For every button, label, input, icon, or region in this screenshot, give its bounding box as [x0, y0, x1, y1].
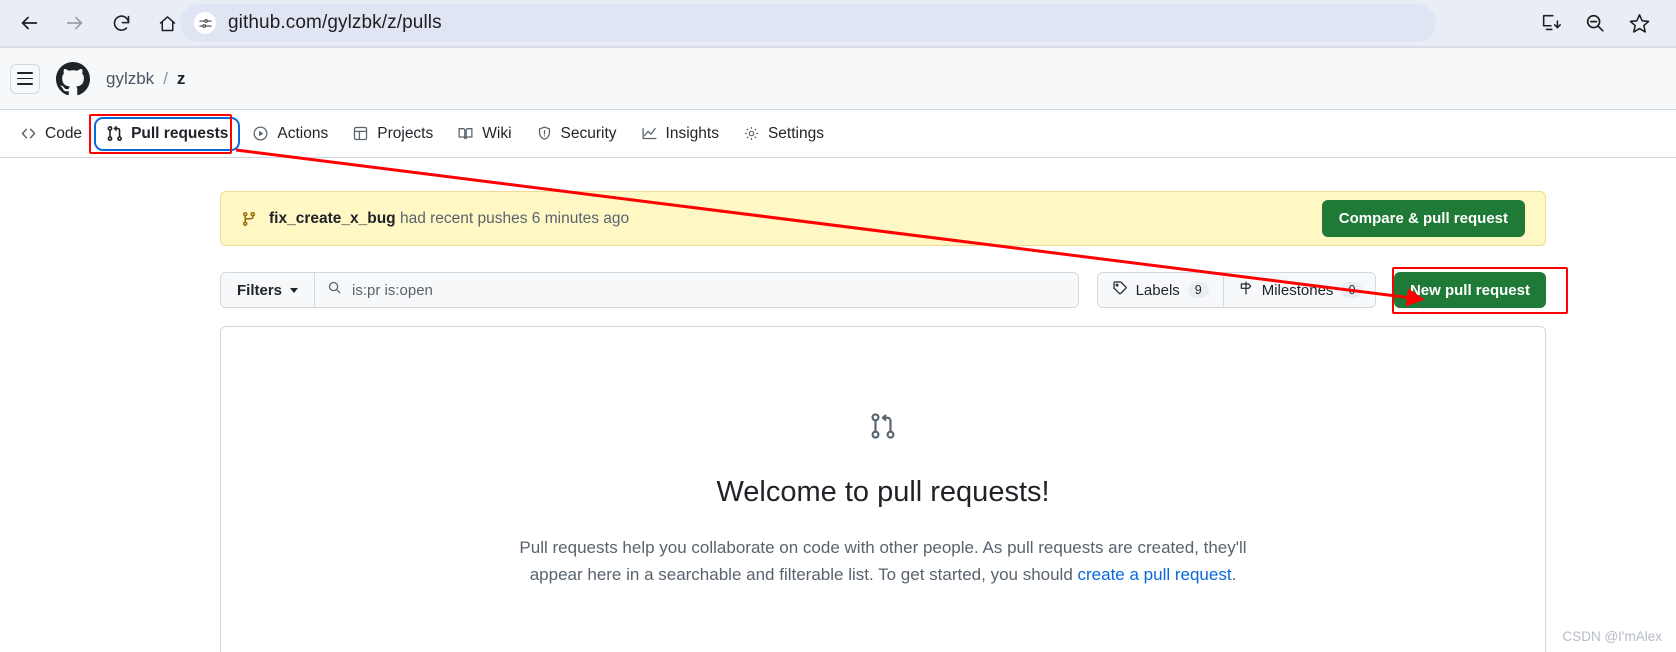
milestones-button[interactable]: Milestones 0 — [1222, 273, 1375, 307]
tab-insights[interactable]: Insights — [631, 119, 729, 149]
hamburger-icon-line — [17, 77, 33, 80]
tab-security[interactable]: Security — [526, 119, 627, 149]
breadcrumb: gylzbk / z — [106, 69, 185, 89]
tab-code[interactable]: Code — [10, 119, 92, 149]
table-icon — [352, 125, 369, 142]
address-bar[interactable]: github.com/gylzbk/z/pulls — [180, 4, 1436, 42]
empty-state-body-line1: Pull requests help you collaborate on co… — [519, 538, 1247, 557]
play-circle-icon — [252, 125, 269, 142]
labels-button[interactable]: Labels 9 — [1097, 273, 1223, 307]
zoom-out-icon[interactable] — [1582, 10, 1608, 36]
graph-icon — [641, 125, 658, 142]
breadcrumb-owner[interactable]: gylzbk — [106, 69, 154, 89]
create-pull-request-link[interactable]: create a pull request — [1078, 565, 1232, 584]
tab-projects[interactable]: Projects — [342, 119, 443, 149]
empty-state-card: Welcome to pull requests! Pull requests … — [220, 326, 1546, 652]
tab-label: Pull requests — [131, 124, 229, 142]
breadcrumb-separator: / — [163, 68, 168, 88]
browser-toolbar: github.com/gylzbk/z/pulls — [0, 0, 1676, 46]
repository-nav: Code Pull requests Actions Projects Wiki — [0, 110, 1676, 158]
tab-label: Actions — [277, 124, 329, 142]
hamburger-icon-line — [17, 83, 33, 85]
tab-settings[interactable]: Settings — [733, 119, 834, 149]
git-pull-request-icon — [106, 125, 123, 142]
filters-dropdown-button[interactable]: Filters — [221, 273, 316, 307]
labels-milestones-group: Labels 9 Milestones 0 — [1096, 272, 1376, 308]
forward-button[interactable] — [54, 2, 96, 44]
back-button[interactable] — [8, 2, 50, 44]
recent-pushes-banner: fix_create_x_bug had recent pushes 6 min… — [220, 191, 1546, 246]
github-logo-icon[interactable] — [56, 61, 90, 96]
search-icon — [327, 280, 342, 300]
breadcrumb-repo[interactable]: z — [177, 69, 186, 89]
tab-label: Security — [560, 124, 617, 142]
filter-search-group: Filters is:pr is:open — [220, 272, 1079, 308]
git-pull-request-icon — [868, 411, 898, 446]
global-nav-menu-button[interactable] — [10, 63, 40, 94]
hamburger-icon-line — [17, 72, 33, 74]
back-arrow-icon — [18, 12, 40, 34]
tab-pull-requests[interactable]: Pull requests — [96, 119, 238, 149]
git-branch-icon — [241, 211, 257, 227]
tab-label: Insights — [665, 124, 719, 142]
reload-button[interactable] — [100, 2, 142, 44]
tag-icon — [1112, 280, 1128, 300]
tab-actions[interactable]: Actions — [242, 119, 338, 149]
milestones-label: Milestones — [1261, 281, 1334, 299]
watermark: CSDN @I'mAlex — [1562, 629, 1662, 644]
browser-toolbar-actions — [1526, 3, 1664, 43]
compare-pull-request-button[interactable]: Compare & pull request — [1321, 200, 1525, 237]
bookmark-star-icon[interactable] — [1626, 10, 1652, 36]
shield-icon — [536, 125, 553, 142]
book-icon — [457, 125, 474, 142]
chevron-down-icon — [290, 287, 299, 293]
home-icon — [157, 13, 178, 34]
labels-label: Labels — [1135, 281, 1180, 299]
empty-state-title: Welcome to pull requests! — [716, 476, 1050, 508]
filters-label: Filters — [237, 281, 283, 299]
main-content: fix_create_x_bug had recent pushes 6 min… — [0, 158, 1676, 652]
filter-row: Filters is:pr is:open Labels 9 Milestone… — [220, 272, 1546, 308]
empty-state-body-line2-suffix: . — [1231, 565, 1237, 584]
site-settings-icon[interactable] — [194, 12, 216, 34]
milestones-count: 0 — [1341, 282, 1363, 298]
issues-search-value: is:pr is:open — [352, 281, 433, 299]
banner-branch-name: fix_create_x_bug — [269, 209, 396, 227]
labels-count: 9 — [1187, 282, 1209, 298]
tab-wiki[interactable]: Wiki — [447, 119, 521, 149]
github-header: gylzbk / z Type / to search + — [0, 48, 1676, 145]
code-icon — [20, 125, 37, 142]
install-app-icon[interactable] — [1538, 10, 1564, 36]
tab-label: Wiki — [482, 124, 512, 142]
tab-label: Projects — [377, 124, 434, 142]
gear-icon — [743, 125, 760, 142]
tab-label: Code — [45, 124, 83, 142]
empty-state-body-line2-prefix: appear here in a searchable and filterab… — [529, 565, 1078, 584]
issues-search-input[interactable]: is:pr is:open — [315, 273, 1078, 307]
reload-icon — [111, 13, 132, 34]
banner-message-text: had recent pushes 6 minutes ago — [395, 209, 630, 227]
browser-nav-buttons — [0, 2, 188, 44]
new-pull-request-button[interactable]: New pull request — [1393, 272, 1546, 308]
page-root: github.com/gylzbk/z/pulls gylzbk / z Cod… — [0, 0, 1676, 652]
tab-label: Settings — [767, 124, 824, 142]
milestone-icon — [1238, 280, 1254, 300]
empty-state-body: Pull requests help you collaborate on co… — [503, 534, 1263, 588]
forward-arrow-icon — [64, 12, 86, 34]
address-bar-url: github.com/gylzbk/z/pulls — [228, 12, 442, 33]
banner-message: fix_create_x_bug had recent pushes 6 min… — [269, 210, 629, 228]
